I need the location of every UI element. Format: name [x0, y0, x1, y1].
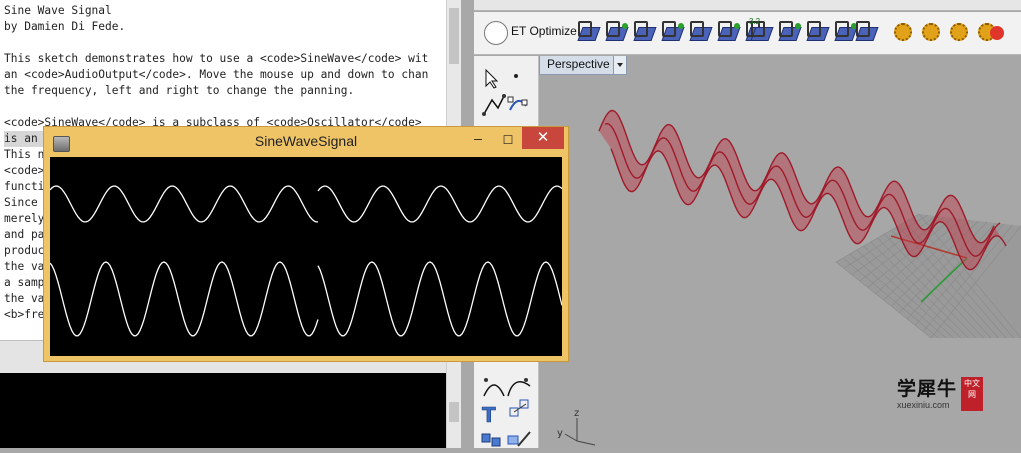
gear-settings-icon[interactable] — [950, 23, 968, 41]
axis-z-label: z — [574, 408, 579, 419]
maximize-button[interactable]: ☐ — [496, 131, 520, 149]
group-icon — [481, 433, 501, 447]
surface-analyze-icon[interactable] — [855, 21, 879, 45]
polyline-icon — [482, 94, 506, 116]
right-channel-wave — [49, 261, 319, 337]
surface-blend-icon[interactable] — [661, 21, 685, 45]
minimize-button[interactable]: – — [466, 131, 490, 149]
waveform-svg — [49, 185, 563, 337]
sinewave-window[interactable]: SineWaveSignal – ☐ ✕ — [43, 126, 569, 362]
surface-offset-icon[interactable] — [717, 21, 741, 45]
et-optimize-icon[interactable] — [484, 21, 508, 45]
code-line[interactable]: Sine Wave Signal — [4, 3, 446, 19]
gear-check-icon[interactable] — [922, 23, 940, 41]
svg-text:T: T — [482, 403, 496, 427]
right-channel-wave-tail — [317, 261, 563, 337]
console-scrollbar-thumb[interactable] — [449, 402, 459, 422]
scale-icon — [509, 399, 529, 417]
site-watermark: 学犀牛 xuexiniu.com 中文网 — [889, 372, 985, 414]
code-line[interactable] — [4, 99, 446, 115]
editor-scrollbar-thumb[interactable] — [449, 8, 459, 64]
watermark-chinese: 学犀牛 — [897, 379, 958, 400]
text-icon: T — [482, 403, 497, 428]
watermark-badge: 中文网 — [961, 377, 983, 411]
record-icon[interactable] — [990, 26, 1004, 40]
axis-y-label: y — [557, 428, 563, 439]
curve-icon — [507, 96, 528, 111]
surface-match-icon[interactable] — [633, 21, 657, 45]
code-line[interactable]: This sketch demonstrates how to use a <c… — [4, 51, 446, 67]
code-line[interactable]: the frequency, left and right to change … — [4, 83, 446, 99]
close-button[interactable]: ✕ — [522, 127, 564, 149]
left-channel-wave-tail — [317, 185, 563, 223]
ribbon-label: ET Optimize — [511, 24, 577, 38]
arc-icon — [483, 378, 505, 397]
version-badge: 3.2 — [749, 17, 761, 26]
edit-icon — [507, 431, 531, 447]
surface-project-icon[interactable] — [806, 21, 830, 45]
surface-fillet-icon[interactable] — [689, 21, 713, 45]
top-toolbar-strip — [474, 0, 1021, 11]
watermark-url: xuexiniu.com — [897, 400, 950, 410]
select-arrow-icon — [485, 68, 499, 89]
waveform-canvas[interactable] — [49, 157, 563, 356]
surface-unroll-icon[interactable] — [778, 21, 802, 45]
gear-icon[interactable] — [894, 23, 912, 41]
ribbon-toolbar: ET Optimize 3.2 — [474, 12, 1021, 55]
code-line[interactable] — [4, 35, 446, 51]
fillet-icon — [507, 378, 531, 397]
surface-split-icon[interactable] — [834, 21, 858, 45]
console-panel — [0, 373, 446, 448]
viewport-title: Perspective — [547, 57, 610, 71]
axis-indicator: z y — [557, 408, 596, 446]
watermark-badge-text: 中文网 — [964, 379, 980, 399]
viewport-tab[interactable]: Perspective — [539, 56, 627, 75]
left-channel-wave — [49, 185, 318, 223]
code-line[interactable]: by Damien Di Fede. — [4, 19, 446, 35]
point-icon — [514, 74, 518, 78]
code-line[interactable]: an <code>AudioOutput</code>. Move the mo… — [4, 67, 446, 83]
viewport-dropdown-icon[interactable] — [613, 56, 626, 74]
surface-edit-icon[interactable] — [605, 21, 629, 45]
curve-tool-icon[interactable] — [577, 21, 601, 45]
